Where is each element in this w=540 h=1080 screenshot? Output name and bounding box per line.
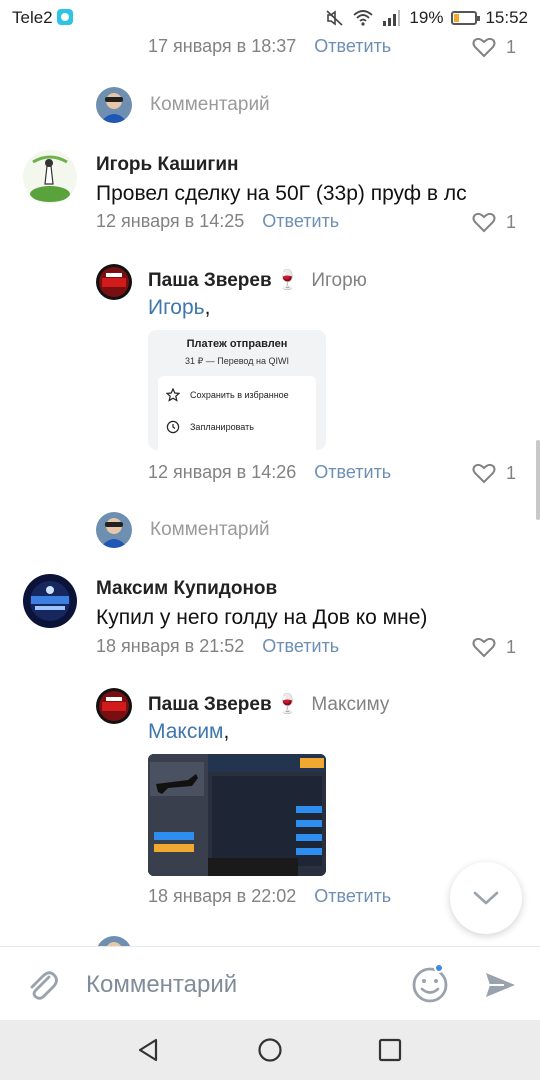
comment-author[interactable]: Паша Зверев (148, 694, 272, 715)
reply-author-line: Паша Зверев 🍷 Максиму (148, 692, 389, 716)
like-button[interactable]: 1 (472, 636, 516, 658)
comment-text: Провел сделку на 50Г (33р) пруф в лс (96, 182, 467, 205)
heart-icon (472, 463, 496, 484)
author-avatar[interactable] (23, 150, 77, 204)
comment-input[interactable] (86, 969, 386, 1001)
like-button[interactable]: 1 (472, 36, 516, 58)
mention-link[interactable]: Игорь (148, 296, 205, 319)
notification-dot (434, 963, 444, 973)
comment-date: 18 января в 22:02 (148, 886, 297, 906)
wifi-icon (353, 10, 374, 26)
like-button[interactable]: 1 (472, 211, 516, 233)
reply-button[interactable]: Ответить (314, 462, 391, 483)
reply-to[interactable]: Игорю (311, 270, 367, 291)
recents-button[interactable] (372, 1032, 408, 1068)
like-count: 1 (505, 636, 516, 657)
author-avatar[interactable] (96, 688, 132, 724)
photo-attachment[interactable]: Платеж отправлен 31 ₽ — Перевод на QIWI … (148, 330, 326, 450)
home-icon (258, 1038, 282, 1062)
comment-author[interactable]: Игорь Кашигин (96, 154, 238, 176)
game-screenshot-image (148, 754, 326, 876)
chevron-down-icon (473, 891, 499, 905)
reply-to[interactable]: Максиму (311, 694, 389, 715)
back-button[interactable] (131, 1032, 167, 1068)
comments-feed[interactable]: 17 января в 18:37 Ответить 1 Комментарий… (0, 36, 540, 946)
receipt-title: Платеж отправлен (186, 338, 288, 350)
signal-icon (383, 10, 401, 26)
status-icons: 19% 15:52 (325, 8, 528, 28)
star-icon (166, 388, 180, 402)
home-button[interactable] (252, 1032, 288, 1068)
comment-meta: 18 января в 21:52 Ответить (96, 636, 339, 657)
comment-meta: 17 января в 18:37 Ответить (148, 36, 391, 57)
reply-author-line: Паша Зверев 🍷 Игорю (148, 268, 367, 292)
reply-input-prompt[interactable]: Комментарий (150, 519, 270, 541)
reply-input-prompt[interactable]: Комментарий (150, 94, 270, 116)
heart-icon (472, 37, 496, 58)
reply-button[interactable]: Ответить (314, 36, 391, 57)
photo-attachment[interactable] (148, 754, 326, 876)
comment-date: 12 января в 14:26 (148, 462, 297, 482)
comment-composer (0, 946, 540, 1020)
paperclip-icon[interactable] (22, 965, 62, 1005)
reply-button[interactable]: Ответить (314, 886, 391, 907)
like-count: 1 (505, 211, 516, 232)
battery-icon (451, 11, 481, 25)
comment-text: Купил у него голду на Дов ко мне) (96, 606, 428, 629)
comment-meta: 18 января в 22:02 Ответить (148, 886, 391, 907)
comment-date: 18 января в 21:52 (96, 636, 245, 656)
comment-date: 17 января в 18:37 (148, 36, 297, 56)
comment-author[interactable]: Паша Зверев (148, 270, 272, 291)
scrollbar[interactable] (536, 440, 540, 520)
mention-comma: , (223, 720, 230, 743)
mention-line: Игорь, (148, 296, 210, 320)
like-count: 1 (505, 36, 516, 57)
scroll-down-button[interactable] (450, 862, 522, 934)
like-button[interactable]: 1 (472, 462, 516, 484)
heart-icon (472, 637, 496, 658)
system-navbar (0, 1020, 540, 1080)
receipt-subtitle: 31 ₽ — Перевод на QIWI (185, 356, 289, 366)
my-avatar (96, 87, 132, 123)
status-bar: Tele2 19% 15:52 (0, 0, 540, 36)
author-avatar[interactable] (96, 936, 132, 946)
clock: 15:52 (485, 8, 528, 27)
comment-date: 12 января в 14:25 (96, 211, 245, 231)
wine-emoji: 🍷 (275, 694, 300, 715)
carrier-app-icon (57, 9, 73, 25)
carrier-name: Tele2 (12, 8, 53, 27)
wine-emoji: 🍷 (275, 270, 300, 291)
receipt-row: Сохранить в избранное (166, 388, 289, 402)
recents-icon (378, 1038, 402, 1062)
battery-percent: 19% (409, 8, 444, 27)
like-count: 1 (505, 462, 516, 483)
back-icon (138, 1038, 158, 1062)
mute-icon (326, 10, 343, 26)
mention-link[interactable]: Максим (148, 720, 224, 743)
receipt-row: Запланировать (166, 420, 254, 434)
reply-button[interactable]: Ответить (262, 211, 339, 232)
mention-comma: , (204, 296, 211, 319)
comment-meta: 12 января в 14:26 Ответить (148, 462, 391, 483)
reply-button[interactable]: Ответить (262, 636, 339, 657)
author-avatar[interactable] (96, 264, 132, 300)
receipt-card: Сохранить в избранное Запланировать (158, 376, 316, 450)
heart-icon (472, 212, 496, 233)
mention-line: Максим, (148, 720, 229, 744)
comment-author[interactable]: Максим Купидонов (96, 578, 277, 600)
comment-meta: 12 января в 14:25 Ответить (96, 211, 339, 232)
emoji-icon[interactable] (410, 965, 450, 1005)
my-avatar (96, 512, 132, 548)
send-icon[interactable] (480, 965, 520, 1005)
author-avatar[interactable] (23, 574, 77, 628)
clock-icon (166, 420, 180, 434)
